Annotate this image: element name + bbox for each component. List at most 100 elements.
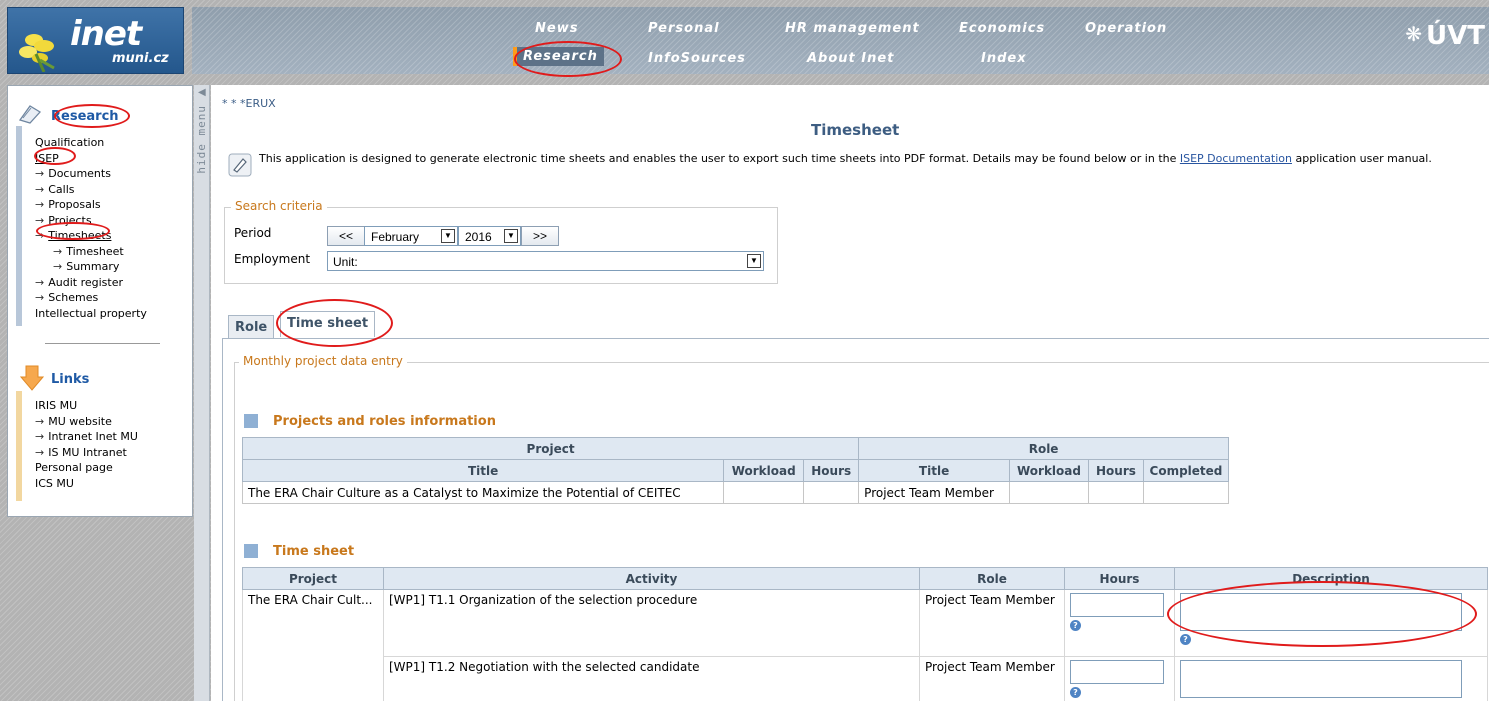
sidebar-item-intellectual-property[interactable]: Intellectual property bbox=[35, 307, 147, 320]
sidebar-item-isep[interactable]: ISEP bbox=[35, 152, 59, 165]
employment-value: Unit: bbox=[333, 255, 358, 269]
arrow-right-icon: → bbox=[53, 260, 63, 273]
nav-about-inet[interactable]: About Inet bbox=[807, 51, 894, 66]
flower-logo-icon bbox=[19, 34, 55, 72]
page-title: Timesheet bbox=[811, 121, 900, 139]
cell-project-workload bbox=[723, 481, 805, 504]
sidebar-item-label: ISEP bbox=[35, 151, 59, 165]
arrow-right-icon: → bbox=[35, 229, 45, 242]
group-header-project: Project bbox=[241, 437, 860, 460]
col-project-hours: Hours bbox=[803, 459, 860, 482]
sidebar-links-accent-bar bbox=[16, 391, 22, 501]
help-icon[interactable]: ? bbox=[1070, 687, 1081, 698]
intro-paragraph: This application is designed to generate… bbox=[259, 152, 1432, 165]
nav-personal[interactable]: Personal bbox=[648, 21, 720, 36]
sidebar-item-label: Timesheet bbox=[66, 244, 124, 258]
main-content: * * *ERUX Timesheet This application is … bbox=[211, 85, 1489, 701]
description-input[interactable] bbox=[1180, 593, 1462, 631]
hide-menu-toggle[interactable]: ◀ hide menu bbox=[194, 85, 210, 701]
cell-role-title: Project Team Member bbox=[858, 481, 1010, 504]
sidebar-link-ics-mu[interactable]: ICS MU bbox=[35, 477, 74, 490]
col-role-hours: Hours bbox=[1087, 459, 1144, 482]
col-description: Description bbox=[1174, 567, 1488, 590]
col-role-completed: Completed bbox=[1142, 459, 1230, 482]
arrow-right-icon: → bbox=[35, 414, 45, 428]
sidebar-item-projects[interactable]: → Projects bbox=[35, 214, 92, 227]
employment-select[interactable]: Unit: ▼ bbox=[327, 251, 764, 271]
intro-suffix: application user manual. bbox=[1295, 152, 1432, 165]
group-header-role: Role bbox=[858, 437, 1229, 460]
arrow-right-icon: → bbox=[35, 167, 45, 180]
arrow-right-icon: → bbox=[53, 244, 63, 258]
logo-main-text: inet bbox=[70, 14, 142, 54]
sidebar-item-label: Proposals bbox=[48, 198, 101, 211]
sidebar-item-timesheet[interactable]: → Timesheet bbox=[53, 245, 124, 258]
month-select[interactable]: February ▼ bbox=[364, 226, 458, 246]
col-project-workload: Workload bbox=[723, 459, 805, 482]
uvt-brand: ❋ ÚVT bbox=[1405, 21, 1485, 51]
cell-description: ? bbox=[1174, 589, 1488, 657]
nav-infosources[interactable]: InfoSources bbox=[648, 51, 746, 66]
sidebar-item-timesheets[interactable]: → Timesheets bbox=[35, 229, 111, 242]
cell-description: ? bbox=[1174, 656, 1488, 701]
hours-input[interactable] bbox=[1070, 593, 1164, 617]
sidebar-item-summary[interactable]: → Summary bbox=[53, 260, 119, 273]
arrow-right-icon: → bbox=[35, 213, 45, 227]
year-select[interactable]: 2016 ▼ bbox=[458, 226, 521, 246]
col-role-workload: Workload bbox=[1008, 459, 1089, 482]
sidebar-item-label: Summary bbox=[66, 260, 120, 273]
sidebar-link-mu-website[interactable]: → MU website bbox=[35, 415, 112, 428]
col-activity: Activity bbox=[383, 567, 920, 590]
nav-hr-management[interactable]: HR management bbox=[785, 21, 920, 36]
arrow-right-icon: → bbox=[35, 198, 45, 211]
nav-research[interactable]: Research bbox=[513, 47, 604, 66]
isep-documentation-link[interactable]: ISEP Documentation bbox=[1180, 152, 1292, 165]
sidebar-item-label: ICS MU bbox=[35, 476, 74, 490]
sidebar-item-label: Documents bbox=[48, 167, 111, 180]
breadcrumb[interactable]: * * *ERUX bbox=[222, 97, 276, 110]
arrow-right-icon: → bbox=[35, 445, 45, 459]
sidebar-link-is-mu-intranet[interactable]: → IS MU Intranet bbox=[35, 446, 127, 459]
nav-operation[interactable]: Operation bbox=[1085, 21, 1167, 36]
sidebar-link-personal-page[interactable]: Personal page bbox=[35, 461, 113, 474]
arrow-right-icon: → bbox=[35, 291, 45, 304]
arrow-right-icon: → bbox=[35, 430, 45, 443]
cell-activity: [WP1] T1.1 Organization of the selection… bbox=[383, 589, 920, 657]
help-icon[interactable]: ? bbox=[1070, 620, 1081, 631]
next-period-button[interactable]: >> bbox=[521, 226, 559, 246]
prev-period-button[interactable]: << bbox=[327, 226, 365, 246]
sidebar-item-proposals[interactable]: → Proposals bbox=[35, 198, 101, 211]
timesheet-table: Project Activity Role Hours Description … bbox=[242, 567, 1488, 701]
nav-news[interactable]: News bbox=[535, 21, 578, 36]
cell-role: Project Team Member bbox=[919, 589, 1065, 657]
hours-input[interactable] bbox=[1070, 660, 1164, 684]
sidebar-link-intranet-inet-mu[interactable]: → Intranet Inet MU bbox=[35, 430, 138, 443]
sidebar-item-schemes[interactable]: → Schemes bbox=[35, 291, 98, 304]
sidebar-link-iris-mu[interactable]: IRIS MU bbox=[35, 399, 77, 412]
help-icon[interactable]: ? bbox=[1180, 634, 1191, 645]
sidebar-item-calls[interactable]: → Calls bbox=[35, 183, 74, 196]
arrow-down-icon bbox=[20, 365, 44, 391]
collapse-arrow-icon: ◀ bbox=[198, 87, 206, 98]
cell-project-hours bbox=[803, 481, 860, 504]
cell-role-completed bbox=[1142, 481, 1230, 504]
cell-project: The ERA Chair Cult... bbox=[242, 589, 384, 701]
cell-role-hours bbox=[1087, 481, 1144, 504]
sidebar-item-label: IRIS MU bbox=[35, 399, 78, 412]
sidebar-accent-bar bbox=[16, 126, 22, 326]
chevron-down-icon: ▼ bbox=[747, 254, 761, 268]
chevron-down-icon: ▼ bbox=[441, 229, 455, 243]
book-icon bbox=[18, 105, 42, 124]
inet-logo[interactable]: inet muni.cz bbox=[7, 7, 184, 74]
nav-economics[interactable]: Economics bbox=[959, 21, 1045, 36]
nav-index[interactable]: Index bbox=[981, 51, 1027, 66]
sidebar-item-audit-register[interactable]: → Audit register bbox=[35, 276, 123, 289]
tab-role[interactable]: Role bbox=[228, 315, 275, 339]
tab-time-sheet[interactable]: Time sheet bbox=[280, 311, 376, 337]
table-row: The ERA Chair Culture as a Catalyst to M… bbox=[241, 481, 1230, 504]
sidebar-item-label: Personal page bbox=[35, 461, 113, 474]
sidebar-item-qualification[interactable]: Qualification bbox=[35, 136, 104, 149]
sidebar-item-documents[interactable]: → Documents bbox=[35, 167, 111, 180]
description-input[interactable] bbox=[1180, 660, 1462, 698]
sidebar-research-title[interactable]: Research bbox=[51, 109, 119, 124]
